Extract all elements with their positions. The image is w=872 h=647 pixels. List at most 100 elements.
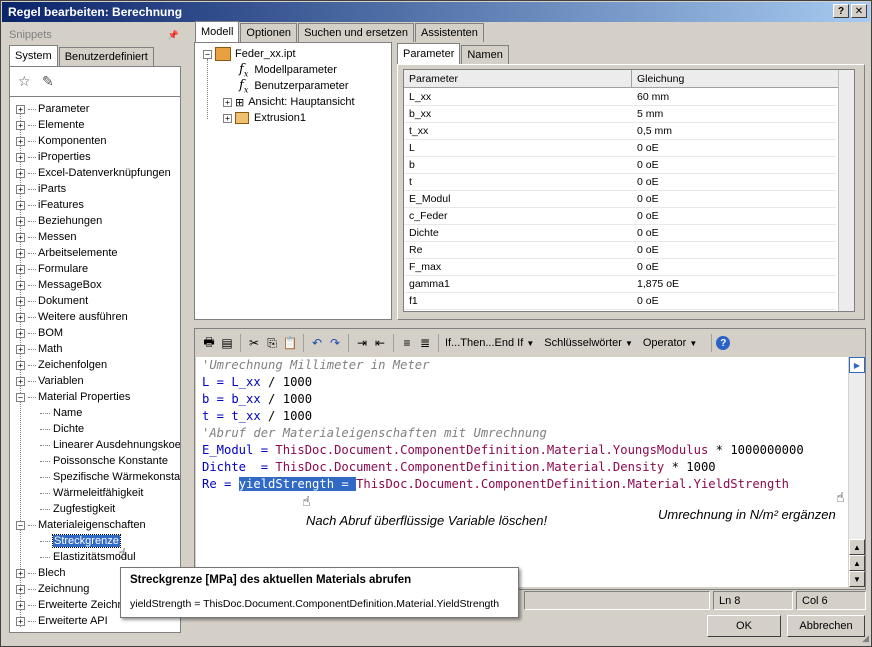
param-equation-cell[interactable]: 0 oE xyxy=(632,242,836,258)
tab-parameter[interactable]: Parameter xyxy=(397,43,461,64)
expand-icon[interactable]: + xyxy=(16,280,25,290)
snippet-item[interactable]: + BOM xyxy=(16,325,63,341)
edit-snippet-icon[interactable]: ✎ xyxy=(42,73,54,90)
param-row[interactable]: Dichte 0 oE xyxy=(404,225,836,242)
param-equation-cell[interactable]: 5 mm xyxy=(632,106,836,122)
expand-icon[interactable]: + xyxy=(16,600,25,610)
expand-icon[interactable]: + xyxy=(16,328,25,338)
expand-icon[interactable]: + xyxy=(16,184,25,194)
expand-icon[interactable]: + xyxy=(16,200,25,210)
snippet-item[interactable]: + Excel-Datenverknüpfungen xyxy=(16,165,171,181)
expand-icon[interactable]: + xyxy=(16,344,25,354)
param-row[interactable]: b_xx 5 mm xyxy=(404,106,836,123)
indent-icon[interactable]: ⇥ xyxy=(353,334,371,352)
snippet-item[interactable]: + Dokument xyxy=(16,293,88,309)
tab-system[interactable]: System xyxy=(9,45,58,66)
snippet-item[interactable]: + MessageBox xyxy=(16,277,102,293)
ifthen-dropdown[interactable]: If...Then...End If ▼ xyxy=(445,337,534,349)
snippet-item[interactable]: + iProperties xyxy=(16,149,91,165)
expand-icon[interactable]: + xyxy=(16,216,25,226)
param-row[interactable]: f1 0 oE xyxy=(404,293,836,310)
expand-icon[interactable]: + xyxy=(16,248,25,258)
col-parameter-header[interactable]: Parameter xyxy=(404,70,632,87)
expand-icon[interactable]: + xyxy=(223,97,232,107)
param-row[interactable]: gamma1 1,875 oE xyxy=(404,276,836,293)
param-row[interactable]: c_Feder 0 oE xyxy=(404,208,836,225)
tab-assistenten[interactable]: Assistenten xyxy=(415,23,484,42)
snippet-material-child[interactable]: Name xyxy=(36,405,82,421)
param-equation-cell[interactable]: 0 oE xyxy=(632,225,836,241)
comment-icon[interactable]: ≡ xyxy=(398,334,416,352)
code-editor[interactable]: 'Umrechnung Millimeter in Meter L = L_xx… xyxy=(196,357,848,587)
param-grid-scrollbar[interactable] xyxy=(838,70,854,311)
param-row[interactable]: b 0 oE xyxy=(404,157,836,174)
tab-modell[interactable]: Modell xyxy=(195,21,240,42)
cancel-button[interactable]: Abbrechen xyxy=(787,615,865,637)
tree-hauptansicht[interactable]: + ⊞ Ansicht: Hauptansicht xyxy=(223,94,355,110)
param-equation-cell[interactable]: 0 oE xyxy=(632,140,836,156)
expand-icon[interactable]: + xyxy=(16,360,25,370)
snippet-item[interactable]: + iParts xyxy=(16,181,66,197)
expand-icon[interactable]: + xyxy=(16,296,25,306)
expand-icon[interactable]: + xyxy=(16,312,25,322)
add-snippet-icon[interactable]: ☆ xyxy=(18,73,31,90)
param-row[interactable]: t_xx 0,5 mm xyxy=(404,123,836,140)
uncomment-icon[interactable]: ≣ xyxy=(416,334,434,352)
expand-icon[interactable]: + xyxy=(16,264,25,274)
expand-icon[interactable]: + xyxy=(16,152,25,162)
snippet-item[interactable]: + Blech xyxy=(16,565,66,581)
snippet-material-child[interactable]: Dichte xyxy=(36,421,84,437)
snippet-item[interactable]: + Elemente xyxy=(16,117,84,133)
tree-benutzerparameter[interactable]: fx Benutzerparameter xyxy=(239,78,349,95)
collapse-icon[interactable]: − xyxy=(203,49,212,59)
resize-grip-icon[interactable]: ◢ xyxy=(862,633,869,644)
snippet-material-child[interactable]: Spezifische Wärmekonstante xyxy=(36,469,180,485)
param-equation-cell[interactable]: 60 mm xyxy=(632,89,836,105)
snippet-item[interactable]: + Messen xyxy=(16,229,77,245)
collapse-icon[interactable]: − xyxy=(16,520,25,530)
ok-button[interactable]: OK xyxy=(707,615,781,637)
scroll-down-icon[interactable]: ▼ xyxy=(849,571,865,587)
snippet-material-child[interactable]: Poissonsche Konstante xyxy=(36,453,168,469)
param-equation-cell[interactable]: 0 oE xyxy=(632,208,836,224)
param-row[interactable]: Re 0 oE xyxy=(404,242,836,259)
snippet-item[interactable]: + Arbeitselemente xyxy=(16,245,118,261)
snippet-materialeigenschaften[interactable]: − Materialeigenschaften xyxy=(16,517,146,533)
snippet-item[interactable]: + iFeatures xyxy=(16,197,84,213)
outdent-icon[interactable]: ⇤ xyxy=(371,334,389,352)
param-equation-cell[interactable]: 1,875 oE xyxy=(632,276,836,292)
snippet-material-child[interactable]: Wärmeleitfähigkeit xyxy=(36,485,143,501)
operator-dropdown[interactable]: Operator ▼ xyxy=(643,337,697,349)
snippet-item[interactable]: + Erweiterte API xyxy=(16,613,108,629)
expand-icon[interactable]: + xyxy=(16,136,25,146)
snippet-item[interactable]: + Zeichenfolgen xyxy=(16,357,107,373)
keywords-dropdown[interactable]: Schlüsselwörter ▼ xyxy=(544,337,633,349)
expand-icon[interactable]: + xyxy=(16,568,25,578)
model-root[interactable]: − Feder_xx.ipt xyxy=(203,46,296,62)
scroll-right-icon[interactable]: ▶ xyxy=(849,357,865,373)
param-equation-cell[interactable]: 0,5 mm xyxy=(632,123,836,139)
expand-icon[interactable]: + xyxy=(16,104,25,114)
param-row[interactable]: L_xx 60 mm xyxy=(404,89,836,106)
col-gleichung-header[interactable]: Gleichung xyxy=(632,70,854,87)
snippet-material-child[interactable]: Zugfestigkeit xyxy=(36,501,115,517)
snippet-streckgrenze[interactable]: Streckgrenze xyxy=(36,533,121,549)
snippet-item[interactable]: + Parameter xyxy=(16,101,89,117)
expand-icon[interactable]: + xyxy=(16,168,25,178)
tree-modellparameter[interactable]: fx Modellparameter xyxy=(239,62,337,79)
param-row[interactable]: L 0 oE xyxy=(404,140,836,157)
snippet-item[interactable]: + Beziehungen xyxy=(16,213,102,229)
close-title-button[interactable]: ✕ xyxy=(851,4,867,18)
title-bar[interactable]: Regel bearbeiten: Berechnung xyxy=(2,2,870,22)
editor-vscrollbar[interactable]: ▶ ▲ ▲ ▼ xyxy=(849,357,865,587)
tab-benutzerdefiniert[interactable]: Benutzerdefiniert xyxy=(58,47,154,66)
param-equation-cell[interactable]: 0 oE xyxy=(632,157,836,173)
expand-icon[interactable]: + xyxy=(16,584,25,594)
help-icon[interactable]: ? xyxy=(716,336,731,350)
param-equation-cell[interactable]: 0 oE xyxy=(632,293,836,309)
cut-icon[interactable]: ✂ xyxy=(245,334,263,352)
page-icon[interactable]: ▤ xyxy=(218,334,236,352)
snippet-item[interactable]: + Weitere ausführen xyxy=(16,309,128,325)
snippet-material-child[interactable]: Linearer Ausdehnungskoeffizient xyxy=(36,437,180,453)
snippet-item[interactable]: + Komponenten xyxy=(16,133,107,149)
